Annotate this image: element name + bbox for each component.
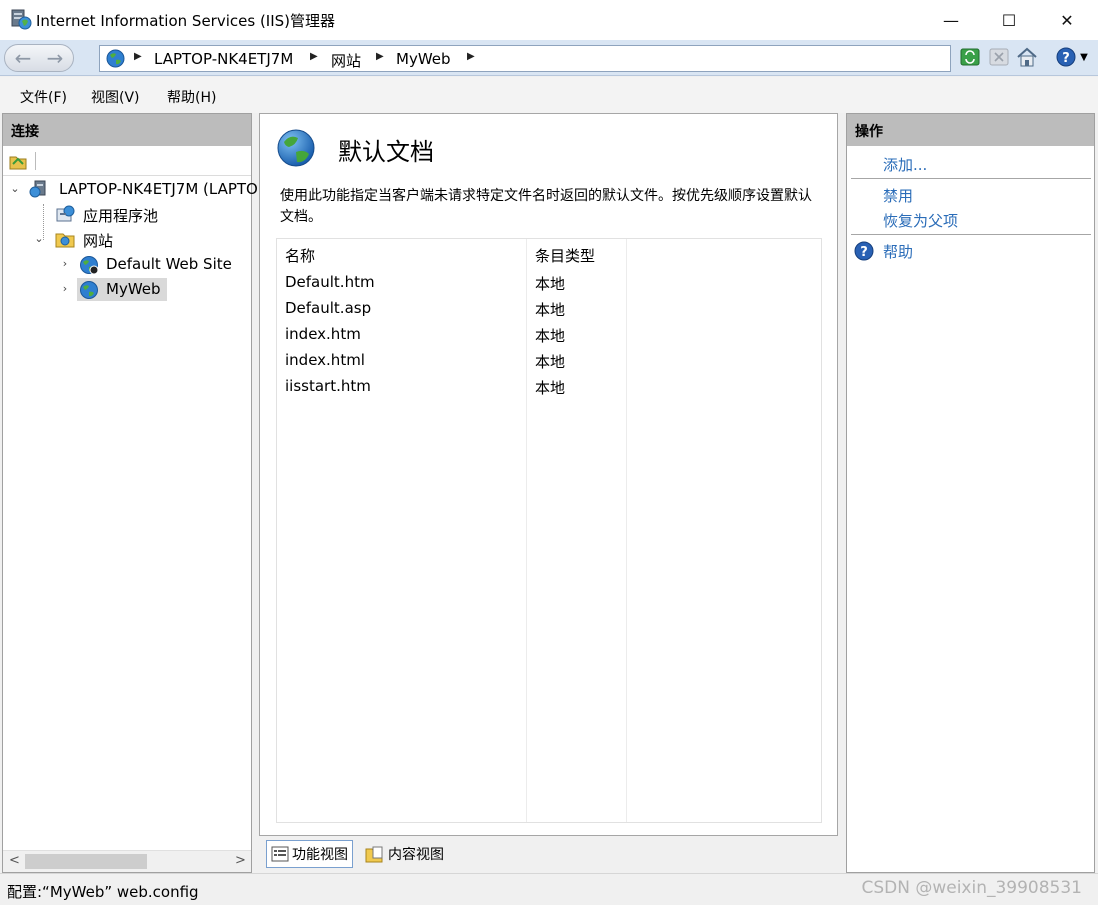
chevron-down-icon[interactable]: ⌄: [9, 182, 21, 196]
action-separator: [851, 178, 1091, 179]
chevron-right-icon: ▶: [310, 51, 318, 62]
action-add-link[interactable]: 添加...: [883, 154, 927, 175]
globe-icon: [106, 49, 125, 68]
sites-folder-icon: [55, 233, 75, 248]
home-button[interactable]: [1015, 45, 1039, 69]
window-title: Internet Information Services (IIS)管理器: [36, 12, 336, 30]
tab-label: 功能视图: [292, 847, 348, 863]
tree-label: Default Web Site: [106, 255, 232, 273]
menu-help[interactable]: 帮助(H): [167, 87, 216, 107]
content-view-icon: [365, 846, 383, 863]
breadcrumb[interactable]: ▶ LAPTOP-NK4ETJ7M ▶ 网站 ▶ MyWeb ▶: [99, 45, 951, 72]
default-documents-list[interactable]: 名称 条目类型 Default.htm 本地 Default.asp 本地 in…: [276, 238, 822, 823]
cell-name: index.html: [285, 351, 365, 369]
close-button[interactable]: ✕: [1038, 0, 1096, 40]
connections-pane: 连接 ⌄ LAPTOP-NK4ETJ7M (LAPTOP-NK4ETJ7M\ 应…: [2, 113, 353, 873]
help-icon: ?: [1056, 47, 1076, 67]
website-globe-icon: [80, 256, 99, 275]
action-disable-link[interactable]: 禁用: [883, 185, 913, 206]
stop-button[interactable]: [987, 45, 1011, 69]
tab-content-view[interactable]: 内容视图: [361, 840, 448, 868]
actions-pane: 操作 添加... 禁用 恢复为父项 ? 帮助: [846, 113, 1095, 873]
actions-header: 操作: [847, 114, 1094, 146]
menu-bar: 文件(F) 视图(V) 帮助(H): [0, 77, 1098, 113]
breadcrumb-item-server[interactable]: LAPTOP-NK4ETJ7M: [154, 50, 293, 68]
action-separator: [851, 234, 1091, 235]
help-icon: ?: [854, 241, 874, 261]
cell-name: index.htm: [285, 325, 361, 343]
start-page-icon[interactable]: [9, 152, 27, 170]
website-globe-icon: [80, 281, 98, 299]
status-bar: 配置:“MyWeb” web.config CSDN @weixin_39908…: [0, 873, 1098, 905]
column-header-entry-type[interactable]: 条目类型: [535, 245, 595, 266]
tab-label: 内容视图: [388, 847, 444, 863]
tree-label: 应用程序池: [83, 207, 159, 225]
iis-app-icon: [11, 9, 32, 30]
table-row[interactable]: index.html 本地: [277, 347, 821, 373]
app-pool-icon: [56, 205, 75, 222]
table-row[interactable]: iisstart.htm 本地: [277, 373, 821, 399]
cell-type: 本地: [535, 327, 566, 345]
toolbar-divider: [35, 152, 36, 170]
connections-header: 连接: [3, 114, 251, 146]
cell-name: Default.htm: [285, 273, 375, 291]
cell-type: 本地: [535, 301, 566, 319]
svg-text:?: ?: [860, 245, 868, 260]
chevron-right-icon: ▶: [467, 51, 475, 62]
scrollbar-thumb[interactable]: [25, 854, 147, 869]
home-icon: [1017, 47, 1037, 67]
features-view-icon: [271, 846, 289, 862]
action-revert-link[interactable]: 恢复为父项: [883, 210, 958, 231]
help-dropdown-button[interactable]: ? ▼: [1052, 45, 1092, 69]
stop-icon: [989, 48, 1009, 66]
globe-icon: [277, 129, 315, 167]
svg-text:?: ?: [1062, 51, 1070, 66]
scroll-left-icon[interactable]: <: [9, 853, 20, 868]
tree-label: 网站: [83, 232, 114, 250]
page-title: 默认文档: [338, 138, 434, 166]
forward-button[interactable]: →: [39, 46, 71, 70]
chevron-right-icon: ▶: [134, 51, 142, 62]
refresh-button[interactable]: [958, 45, 982, 69]
address-bar: ← → ▶ LAPTOP-NK4ETJ7M ▶ 网站 ▶ MyWeb ▶ ? ▼: [0, 40, 1098, 76]
chevron-down-icon[interactable]: ⌄: [33, 232, 45, 246]
cell-type: 本地: [535, 379, 566, 397]
scroll-right-icon[interactable]: >: [235, 853, 246, 868]
chevron-right-icon: ▶: [376, 51, 384, 62]
nav-buttons: ← →: [4, 44, 74, 72]
feature-description: 使用此功能指定当客户端未请求特定文件名时返回的默认文件。按优先级顺序设置默认文档…: [280, 188, 812, 225]
table-row[interactable]: Default.htm 本地: [277, 269, 821, 295]
back-button[interactable]: ←: [7, 46, 39, 70]
server-icon: [29, 180, 46, 198]
table-row[interactable]: Default.asp 本地: [277, 295, 821, 321]
menu-file[interactable]: 文件(F): [20, 87, 67, 107]
cell-name: Default.asp: [285, 299, 372, 317]
connections-toolbar: [3, 146, 251, 176]
cell-type: 本地: [535, 275, 566, 293]
cell-name: iisstart.htm: [285, 377, 371, 395]
column-header-name[interactable]: 名称: [285, 245, 315, 266]
minimize-button[interactable]: —: [922, 0, 980, 40]
chevron-right-icon[interactable]: ›: [59, 282, 71, 296]
cell-type: 本地: [535, 353, 566, 371]
refresh-icon: [960, 48, 980, 66]
breadcrumb-item-site[interactable]: MyWeb: [396, 50, 451, 68]
horizontal-scrollbar[interactable]: < >: [3, 850, 251, 872]
breadcrumb-item-sites[interactable]: 网站: [331, 50, 361, 71]
status-text: 配置:“MyWeb” web.config: [7, 883, 199, 901]
action-help-link[interactable]: 帮助: [883, 241, 913, 262]
chevron-down-icon: ▼: [1080, 51, 1088, 63]
maximize-button[interactable]: ☐: [980, 0, 1038, 40]
tree-label: MyWeb: [106, 280, 161, 298]
menu-view[interactable]: 视图(V): [91, 87, 140, 107]
feature-pane: 默认文档 使用此功能指定当客户端未请求特定文件名时返回的默认文件。按优先级顺序设…: [259, 113, 838, 836]
table-row[interactable]: index.htm 本地: [277, 321, 821, 347]
chevron-right-icon[interactable]: ›: [59, 257, 71, 271]
title-bar: Internet Information Services (IIS)管理器 —…: [0, 0, 1098, 40]
view-switcher: 功能视图 内容视图: [259, 838, 838, 872]
tab-features-view[interactable]: 功能视图: [266, 840, 353, 868]
watermark: CSDN @weixin_39908531: [861, 878, 1082, 898]
